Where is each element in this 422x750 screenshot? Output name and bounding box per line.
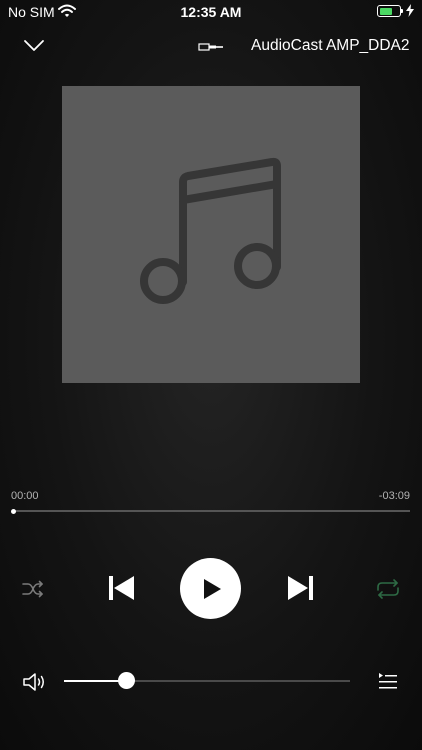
progress-knob[interactable] xyxy=(11,509,16,514)
clock: 12:35 AM xyxy=(180,4,242,20)
remaining-time: -03:09 xyxy=(378,490,410,502)
play-icon xyxy=(203,578,221,599)
previous-track-button[interactable] xyxy=(106,572,138,604)
album-artwork xyxy=(62,86,360,383)
battery-level-fill xyxy=(379,7,393,15)
elapsed-time: 00:00 xyxy=(11,490,39,502)
status-bar: No SIM 12:35 AM xyxy=(0,0,422,24)
repeat-button[interactable] xyxy=(375,577,401,601)
shuffle-button[interactable] xyxy=(21,577,45,601)
output-device-name[interactable]: AudioCast AMP_DDA2 xyxy=(251,37,410,55)
skip-next-icon xyxy=(288,576,313,600)
shuffle-icon xyxy=(22,580,43,598)
chevron-down-icon xyxy=(24,40,44,51)
volume-slider[interactable] xyxy=(64,680,350,682)
progress-bar[interactable] xyxy=(13,510,410,512)
queue-button[interactable] xyxy=(377,671,399,693)
repeat-icon xyxy=(377,579,399,599)
next-track-button[interactable] xyxy=(284,572,316,604)
music-note-icon xyxy=(140,157,281,304)
play-button[interactable] xyxy=(180,558,241,619)
collapse-player-button[interactable] xyxy=(22,36,46,56)
queue-list-icon xyxy=(379,673,397,689)
volume-knob[interactable] xyxy=(118,672,136,689)
skip-previous-icon xyxy=(109,576,134,600)
battery-icon xyxy=(377,5,401,17)
battery-tip xyxy=(401,9,403,13)
charging-bolt-icon xyxy=(406,4,414,17)
cable-plug-icon xyxy=(198,43,223,51)
volume-icon[interactable] xyxy=(22,671,48,693)
